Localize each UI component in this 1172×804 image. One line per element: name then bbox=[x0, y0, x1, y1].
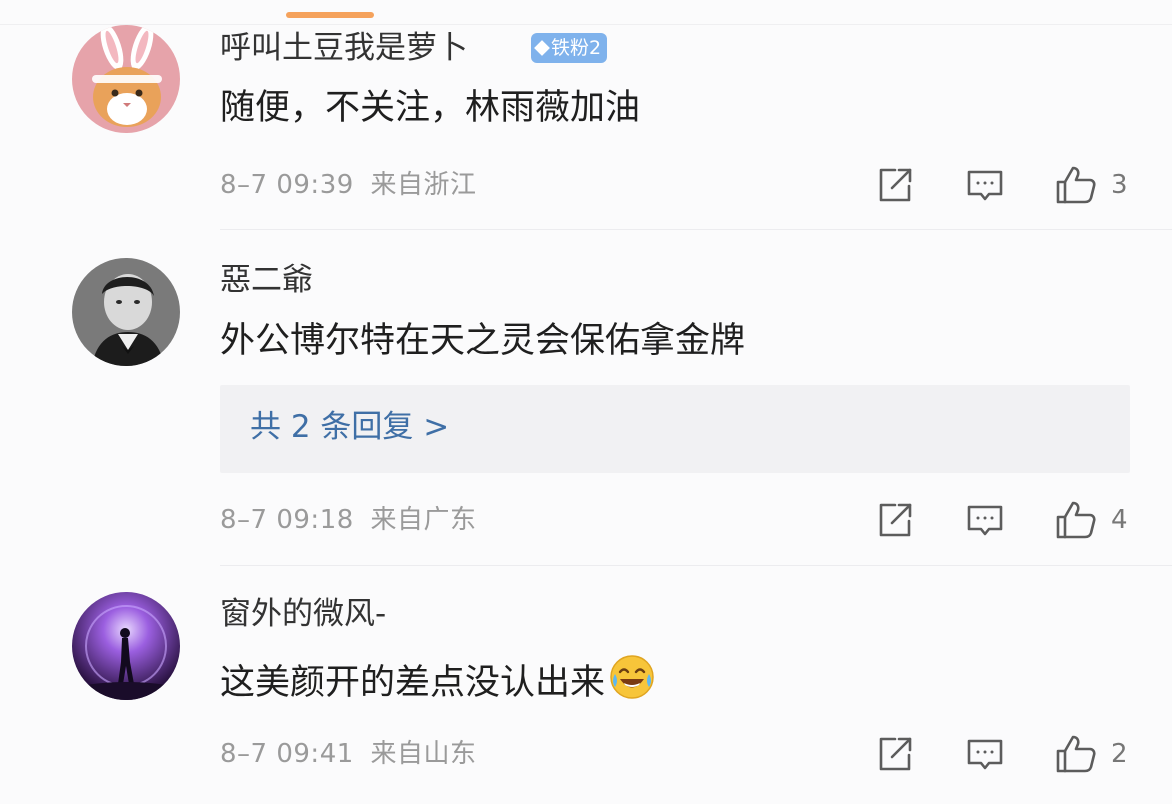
comment-item: 呼叫土豆我是萝卜 铁粉2 随便，不关注，林雨薇加油 8–7 09:39 来自浙江 bbox=[0, 0, 1172, 230]
share-icon[interactable] bbox=[875, 165, 915, 205]
like-count: 3 bbox=[1111, 170, 1128, 200]
reply-summary-box[interactable]: 共 2 条回复 > bbox=[220, 385, 1130, 473]
diamond-icon bbox=[534, 40, 550, 56]
avatar[interactable] bbox=[72, 258, 180, 366]
comment-meta: 8–7 09:18 来自广东 bbox=[220, 503, 477, 537]
like-count: 4 bbox=[1111, 505, 1128, 535]
badge-label: 铁粉2 bbox=[551, 37, 602, 59]
comment-text: 外公博尔特在天之灵会保佑拿金牌 bbox=[220, 321, 746, 361]
like-icon[interactable] bbox=[1054, 732, 1098, 776]
comment-text: 随便，不关注，林雨薇加油 bbox=[220, 88, 641, 128]
portrait-avatar-icon bbox=[72, 258, 180, 366]
like-icon[interactable] bbox=[1054, 498, 1098, 542]
comment-icon[interactable] bbox=[965, 500, 1005, 540]
comment-icon[interactable] bbox=[965, 734, 1005, 774]
like-count: 2 bbox=[1111, 739, 1128, 769]
comment-feed: 呼叫土豆我是萝卜 铁粉2 随便，不关注，林雨薇加油 8–7 09:39 来自浙江 bbox=[0, 0, 1172, 804]
avatar[interactable] bbox=[72, 592, 180, 700]
comment-location: 来自山东 bbox=[370, 739, 477, 769]
comment-location: 来自浙江 bbox=[370, 170, 477, 200]
comment-time: 8–7 09:18 bbox=[220, 505, 354, 535]
comment-icon[interactable] bbox=[965, 165, 1005, 205]
username[interactable]: 惡二爺 bbox=[220, 260, 313, 300]
fan-badge[interactable]: 铁粉2 bbox=[531, 33, 608, 63]
like-icon[interactable] bbox=[1054, 163, 1098, 207]
share-icon[interactable] bbox=[875, 734, 915, 774]
comment-item: 窗外的微风- 这美颜开的差点没认出来 8–7 09:41 来自山东 2 bbox=[0, 566, 1172, 804]
comment-time: 8–7 09:39 bbox=[220, 170, 354, 200]
laugh-cry-emoji-icon bbox=[609, 654, 655, 711]
avatar[interactable] bbox=[72, 25, 180, 133]
username[interactable]: 呼叫土豆我是萝卜 bbox=[220, 28, 468, 68]
view-replies-link[interactable]: 共 2 条回复 > bbox=[250, 407, 449, 447]
comment-text: 这美颜开的差点没认出来 bbox=[220, 654, 655, 711]
bunny-cat-avatar-icon bbox=[72, 25, 180, 133]
username[interactable]: 窗外的微风- bbox=[220, 594, 386, 634]
comment-meta: 8–7 09:41 来自山东 bbox=[220, 737, 477, 771]
comment-meta: 8–7 09:39 来自浙江 bbox=[220, 168, 477, 202]
concert-avatar-icon bbox=[72, 592, 180, 700]
comment-item: 惡二爺 外公博尔特在天之灵会保佑拿金牌 共 2 条回复 > 8–7 09:18 … bbox=[0, 230, 1172, 565]
share-icon[interactable] bbox=[875, 500, 915, 540]
comment-location: 来自广东 bbox=[370, 505, 477, 535]
comment-time: 8–7 09:41 bbox=[220, 739, 354, 769]
comment-text-body: 这美颜开的差点没认出来 bbox=[220, 663, 606, 703]
